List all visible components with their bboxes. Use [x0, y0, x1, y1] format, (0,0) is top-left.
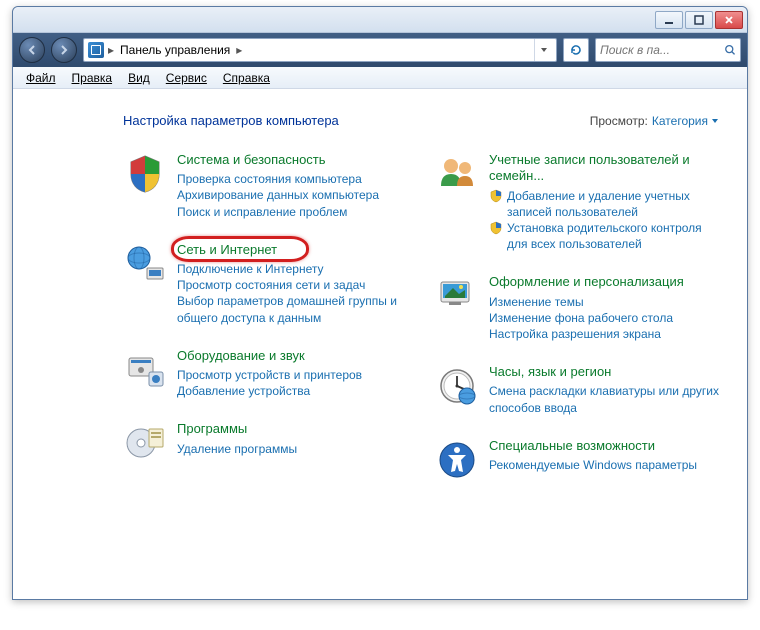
category-title[interactable]: Специальные возможности — [489, 438, 655, 454]
category-system-security: Система и безопасность Проверка состояни… — [123, 152, 407, 220]
content-area: Настройка параметров компьютера Просмотр… — [13, 89, 747, 599]
category-title[interactable]: Сеть и Интернет — [177, 242, 277, 258]
accessibility-icon — [435, 438, 479, 482]
sub-link[interactable]: Подключение к Интернету — [177, 261, 407, 277]
category-title[interactable]: Оформление и персонализация — [489, 274, 684, 290]
sub-link[interactable]: Архивирование данных компьютера — [177, 187, 407, 203]
control-panel-icon — [88, 42, 104, 58]
menu-view[interactable]: Вид — [121, 69, 157, 87]
sub-link[interactable]: Изменение фона рабочего стола — [489, 310, 719, 326]
sub-link[interactable]: Установка родительского контроля для все… — [507, 220, 719, 252]
chevron-down-icon — [711, 117, 719, 125]
right-column: Учетные записи пользователей и семейн...… — [435, 152, 719, 482]
category-hardware-sound: Оборудование и звук Просмотр устройств и… — [123, 348, 407, 400]
search-input[interactable] — [600, 43, 720, 57]
sub-link[interactable]: Добавление и удаление учетных записей по… — [507, 188, 719, 220]
view-label: Просмотр: — [590, 114, 648, 128]
page-title: Настройка параметров компьютера — [123, 113, 339, 128]
menu-file[interactable]: Файл — [19, 69, 63, 87]
category-appearance: Оформление и персонализация Изменение те… — [435, 274, 719, 342]
sub-link[interactable]: Поиск и исправление проблем — [177, 204, 407, 220]
view-mode-dropdown[interactable]: Категория — [652, 114, 719, 128]
nav-forward-button[interactable] — [51, 37, 77, 63]
breadcrumb-sep-icon: ▸ — [236, 43, 242, 57]
shield-icon — [489, 221, 503, 235]
sub-link[interactable]: Изменение темы — [489, 294, 719, 310]
breadcrumb-sep-icon: ▸ — [108, 43, 114, 57]
refresh-button[interactable] — [563, 38, 589, 62]
clock-icon — [435, 364, 479, 408]
search-field[interactable] — [595, 38, 741, 62]
left-column: Система и безопасность Проверка состояни… — [123, 152, 407, 482]
address-field[interactable]: ▸ Панель управления ▸ — [83, 38, 557, 62]
category-network-internet: Сеть и Интернет Подключение к Интернету … — [123, 242, 407, 326]
appearance-icon — [435, 274, 479, 318]
nav-back-button[interactable] — [19, 37, 45, 63]
sub-link[interactable]: Выбор параметров домашней группы и общег… — [177, 293, 407, 325]
sub-link[interactable]: Смена раскладки клавиатуры или других сп… — [489, 383, 719, 415]
users-icon — [435, 152, 479, 196]
category-accessibility: Специальные возможности Рекомендуемые Wi… — [435, 438, 719, 482]
sub-link[interactable]: Просмотр устройств и принтеров — [177, 367, 407, 383]
category-title[interactable]: Программы — [177, 421, 247, 437]
sub-link[interactable]: Просмотр состояния сети и задач — [177, 277, 407, 293]
menu-tools[interactable]: Сервис — [159, 69, 214, 87]
category-title[interactable]: Часы, язык и регион — [489, 364, 611, 380]
sub-link[interactable]: Добавление устройства — [177, 383, 407, 399]
system-security-icon — [123, 152, 167, 196]
menu-help[interactable]: Справка — [216, 69, 277, 87]
category-user-accounts: Учетные записи пользователей и семейн...… — [435, 152, 719, 252]
view-selector: Просмотр: Категория — [590, 114, 719, 128]
menubar: Файл Правка Вид Сервис Справка — [13, 67, 747, 89]
category-title[interactable]: Учетные записи пользователей и семейн... — [489, 152, 719, 185]
minimize-button[interactable] — [655, 11, 683, 29]
address-bar: ▸ Панель управления ▸ — [13, 33, 747, 67]
shield-icon — [489, 189, 503, 203]
hardware-icon — [123, 348, 167, 392]
address-dropdown-button[interactable] — [534, 39, 552, 61]
titlebar — [13, 7, 747, 33]
search-icon — [724, 43, 736, 57]
category-title[interactable]: Система и безопасность — [177, 152, 326, 168]
category-title[interactable]: Оборудование и звук — [177, 348, 305, 364]
menu-edit[interactable]: Правка — [65, 69, 120, 87]
sub-link[interactable]: Рекомендуемые Windows параметры — [489, 457, 719, 473]
breadcrumb-root[interactable]: Панель управления — [118, 43, 232, 57]
network-icon — [123, 242, 167, 286]
sub-link[interactable]: Удаление программы — [177, 441, 407, 457]
close-button[interactable] — [715, 11, 743, 29]
window: ▸ Панель управления ▸ Файл Правка Вид Се… — [12, 6, 748, 600]
category-clock-region: Часы, язык и регион Смена раскладки клав… — [435, 364, 719, 416]
sub-link[interactable]: Настройка разрешения экрана — [489, 326, 719, 342]
programs-icon — [123, 421, 167, 465]
maximize-button[interactable] — [685, 11, 713, 29]
sub-link[interactable]: Проверка состояния компьютера — [177, 171, 407, 187]
category-programs: Программы Удаление программы — [123, 421, 407, 465]
